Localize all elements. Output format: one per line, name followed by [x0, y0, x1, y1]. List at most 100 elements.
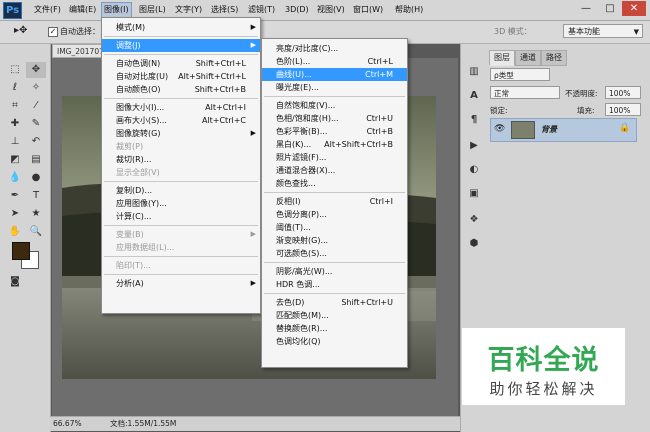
adjust-menu-item[interactable]: 阴影/高光(W)...	[262, 265, 407, 278]
properties-icon[interactable]: ❖	[464, 212, 484, 228]
close-button[interactable]: ✕	[622, 1, 646, 16]
zoom-tool-icon[interactable]: 🔍	[26, 224, 46, 240]
brush-tool-icon[interactable]: ✎	[26, 116, 46, 132]
menu-window[interactable]: 窗口(W)	[351, 3, 385, 17]
menu-edit[interactable]: 编辑(E)	[67, 3, 98, 17]
marquee-tool-icon[interactable]: ⬚	[5, 62, 25, 78]
adjust-menu-item[interactable]: HDR 色调...	[262, 278, 407, 291]
tab-paths[interactable]: 路径	[541, 50, 567, 66]
shape-tool-icon[interactable]: ★	[26, 206, 46, 222]
fill-input[interactable]: 100%	[605, 103, 641, 116]
image-menu-item[interactable]: 复制(D)...	[102, 184, 260, 197]
layer-name: 背景	[541, 125, 557, 134]
adjust-menu-item[interactable]: 通道混合器(X)...	[262, 164, 407, 177]
adjust-menu-item[interactable]: 色阶(L)... Ctrl+L	[262, 55, 407, 68]
adjust-menu-item[interactable]: 反相(I) Ctrl+I	[262, 195, 407, 208]
character-icon[interactable]: A	[464, 88, 484, 104]
adjust-menu-item[interactable]: 替换颜色(R)...	[262, 322, 407, 335]
adjust-menu-item[interactable]: 色相/饱和度(H)... Ctrl+U	[262, 112, 407, 125]
menu-select[interactable]: 选择(S)	[209, 3, 240, 17]
menu-image[interactable]: 图像(I)	[101, 2, 132, 18]
image-menu-item[interactable]: 自动对比度(U) Alt+Shift+Ctrl+L	[102, 70, 260, 83]
image-menu-item[interactable]: 自动颜色(O) Shift+Ctrl+B	[102, 83, 260, 96]
adjust-menu-item[interactable]: 曲线(U)... Ctrl+M	[262, 68, 407, 81]
adjust-menu-item[interactable]: 黑白(K)... Alt+Shift+Ctrl+B	[262, 138, 407, 151]
adjust-menu-item[interactable]: 色调均化(Q)	[262, 335, 407, 348]
move-tool-icon[interactable]: ✥	[26, 62, 46, 78]
quick-mask-icon[interactable]: ◙	[5, 274, 25, 290]
adjust-menu-item[interactable]: 色调分离(P)...	[262, 208, 407, 221]
image-menu-item[interactable]: 计算(C)...	[102, 210, 260, 223]
image-menu-item-label: 计算(C)...	[116, 212, 152, 221]
image-menu-item[interactable]: 画布大小(S)... Alt+Ctrl+C	[102, 114, 260, 127]
auto-select-checkbox[interactable]: ✓	[48, 27, 58, 37]
zoom-level[interactable]: 66.67%	[53, 417, 82, 431]
paragraph-icon[interactable]: ¶	[464, 112, 484, 128]
image-menu-item[interactable]: 裁切(R)...	[102, 153, 260, 166]
image-menu-item[interactable]: 自动色调(N) Shift+Ctrl+L	[102, 57, 260, 70]
adjust-menu-item[interactable]: 自然饱和度(V)...	[262, 99, 407, 112]
adjust-menu-item[interactable]: 渐变映射(G)...	[262, 234, 407, 247]
lasso-tool-icon[interactable]: ℓ	[5, 80, 25, 96]
restore-button[interactable]: □	[598, 1, 622, 16]
opacity-input[interactable]: 100%	[605, 86, 641, 99]
workspace-select[interactable]: 基本功能 ▼	[563, 24, 643, 38]
magic-wand-icon[interactable]: ✧	[26, 80, 46, 96]
histogram-icon[interactable]: ▥	[464, 64, 484, 80]
menu-layer[interactable]: 图层(L)	[137, 3, 168, 17]
adjust-menu-item-shortcut: Ctrl+I	[369, 197, 393, 206]
menu-3d[interactable]: 3D(D)	[283, 3, 311, 17]
adjust-menu-item[interactable]: 照片滤镜(F)...	[262, 151, 407, 164]
adjust-menu-item[interactable]: 色彩平衡(B)... Ctrl+B	[262, 125, 407, 138]
adjustment-icon[interactable]: ◐	[464, 162, 484, 178]
adjust-menu-item[interactable]: 颜色查找...	[262, 177, 407, 190]
image-menu-item[interactable]: 图像大小(I)... Alt+Ctrl+I	[102, 101, 260, 114]
dodge-tool-icon[interactable]: ●	[26, 170, 46, 186]
layer-row[interactable]: 👁 背景 🔒	[490, 118, 637, 142]
eyedropper-icon[interactable]: ⁄	[26, 98, 46, 114]
adjust-menu-item[interactable]: 阈值(T)...	[262, 221, 407, 234]
type-tool-icon[interactable]: T	[26, 188, 46, 204]
menu-filter[interactable]: 滤镜(T)	[246, 3, 277, 17]
adjust-menu-item-shortcut: Ctrl+L	[367, 57, 393, 66]
path-select-icon[interactable]: ➤	[5, 206, 25, 222]
hand-tool-icon[interactable]: ✋	[5, 224, 25, 240]
blur-tool-icon[interactable]: 💧	[5, 170, 25, 186]
adjust-menu-item-shortcut: Ctrl+B	[366, 127, 393, 136]
adjust-menu-item[interactable]: 匹配颜色(M)...	[262, 309, 407, 322]
submenu-arrow-icon: ▶	[250, 41, 256, 49]
minimize-button[interactable]: —	[574, 1, 598, 16]
adjust-menu-item[interactable]: 曝光度(E)...	[262, 81, 407, 94]
image-menu-item[interactable]: 分析(A) ▶	[102, 277, 260, 290]
pen-tool-icon[interactable]: ✒	[5, 188, 25, 204]
gradient-tool-icon[interactable]: ▤	[26, 152, 46, 168]
image-menu-item[interactable]: 模式(M) ▶	[102, 21, 260, 34]
menu-file[interactable]: 文件(F)	[32, 3, 63, 17]
menu-view[interactable]: 视图(V)	[315, 3, 347, 17]
blend-mode-select[interactable]: 正常	[490, 86, 560, 99]
menu-help[interactable]: 帮助(H)	[393, 3, 425, 17]
adjust-menu-item[interactable]: 去色(D) Shift+Ctrl+U	[262, 296, 407, 309]
move-tool-icon[interactable]: ▸✥	[14, 25, 27, 36]
3d-icon[interactable]: ⬢	[464, 236, 484, 252]
healing-brush-icon[interactable]: ✚	[5, 116, 25, 132]
menu-type[interactable]: 文字(Y)	[173, 3, 204, 17]
tab-layers[interactable]: 图层	[489, 50, 515, 66]
tab-channels[interactable]: 通道	[515, 50, 541, 66]
history-brush-icon[interactable]: ↶	[26, 134, 46, 150]
eraser-tool-icon[interactable]: ◩	[5, 152, 25, 168]
image-menu-dropdown: 模式(M) ▶ 调整(J) ▶ 自动色调(N) Shift+Ctrl+L 自动对比度(U) A…	[101, 17, 261, 314]
mask-icon[interactable]: ▣	[464, 186, 484, 202]
play-action-icon[interactable]: ▶	[464, 138, 484, 154]
eye-icon[interactable]: 👁	[494, 124, 505, 134]
lock-icon: 🔒	[619, 123, 631, 133]
adjust-menu-item[interactable]: 可选颜色(S)...	[262, 247, 407, 260]
image-menu-item[interactable]: 应用图像(Y)...	[102, 197, 260, 210]
adjust-menu-item[interactable]: 亮度/对比度(C)...	[262, 42, 407, 55]
clone-stamp-icon[interactable]: ⊥	[5, 134, 25, 150]
image-menu-item[interactable]: 调整(J) ▶	[102, 39, 260, 52]
layer-filter-select[interactable]: ρ类型	[490, 68, 550, 81]
crop-tool-icon[interactable]: ⌗	[5, 98, 25, 114]
foreground-color-swatch[interactable]	[12, 242, 30, 260]
image-menu-item[interactable]: 图像旋转(G) ▶	[102, 127, 260, 140]
